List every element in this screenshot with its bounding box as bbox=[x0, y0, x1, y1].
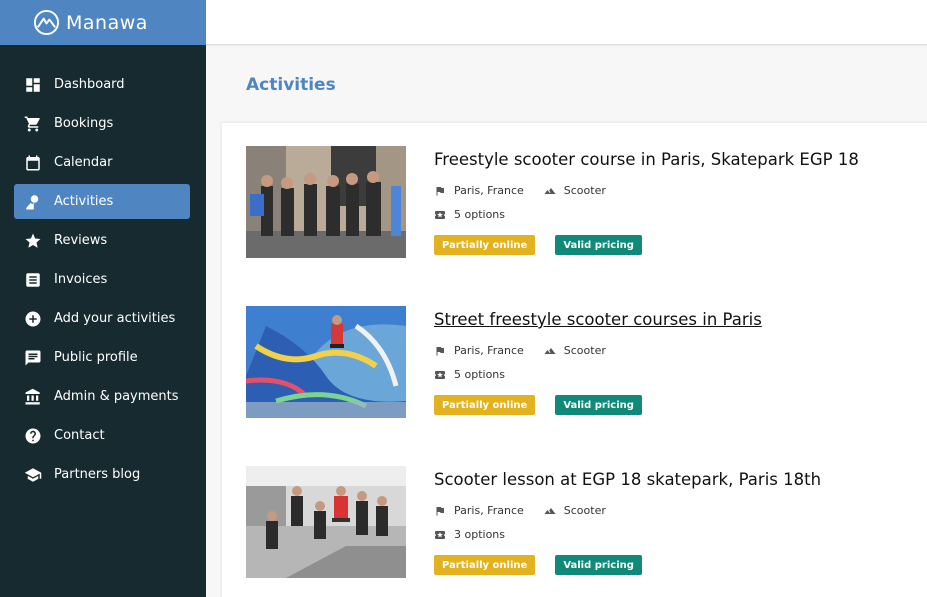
sidebar: Manawa Dashboard Bookings Calendar Activ… bbox=[0, 0, 206, 597]
message-icon bbox=[24, 349, 42, 367]
activity-item: Scooter lesson at EGP 18 skatepark, Pari… bbox=[246, 466, 926, 578]
sidebar-item-label: Public profile bbox=[54, 350, 138, 365]
activity-title[interactable]: Freestyle scooter course in Paris, Skate… bbox=[434, 150, 859, 169]
sidebar-item-label: Dashboard bbox=[54, 77, 125, 92]
help-icon bbox=[24, 427, 42, 445]
status-badge-online: Partially online bbox=[434, 235, 536, 255]
activity-thumbnail[interactable] bbox=[246, 306, 406, 418]
sidebar-item-label: Bookings bbox=[54, 116, 114, 131]
activity-options: 3 options bbox=[454, 528, 506, 541]
sidebar-item-label: Reviews bbox=[54, 233, 108, 248]
activity-sport: Scooter bbox=[563, 344, 606, 357]
status-badge-online: Partially online bbox=[434, 555, 536, 575]
sidebar-item-calendar[interactable]: Calendar bbox=[14, 145, 190, 180]
activity-location: Paris, France bbox=[454, 184, 524, 197]
activities-icon bbox=[24, 193, 42, 211]
activity-badges: Partially online Valid pricing bbox=[434, 555, 642, 575]
dashboard-icon bbox=[24, 76, 42, 94]
activity-badges: Partially online Valid pricing bbox=[434, 395, 642, 415]
flag-icon bbox=[436, 506, 444, 515]
flag-icon bbox=[436, 186, 444, 195]
terrain-icon bbox=[544, 187, 556, 194]
sidebar-item-invoices[interactable]: Invoices bbox=[14, 262, 190, 297]
status-badge-pricing: Valid pricing bbox=[555, 555, 642, 575]
activity-item: Street freestyle scooter courses in Pari… bbox=[246, 306, 926, 418]
sidebar-item-label: Add your activities bbox=[54, 311, 176, 326]
sidebar-item-bookings[interactable]: Bookings bbox=[14, 106, 190, 141]
brand-name: Manawa bbox=[66, 11, 148, 34]
calendar-icon bbox=[24, 154, 42, 172]
activity-meta: Paris, France Scooter bbox=[434, 504, 606, 517]
activity-meta: Paris, France Scooter bbox=[434, 184, 606, 197]
activity-location: Paris, France bbox=[454, 504, 524, 517]
activity-item: Freestyle scooter course in Paris, Skate… bbox=[246, 146, 926, 258]
page-title: Activities bbox=[246, 75, 336, 95]
mountain-logo-icon bbox=[33, 9, 60, 36]
activity-location: Paris, France bbox=[454, 344, 524, 357]
top-bar bbox=[206, 0, 927, 45]
sidebar-item-reviews[interactable]: Reviews bbox=[14, 223, 190, 258]
ticket-icon bbox=[435, 530, 445, 539]
status-badge-online: Partially online bbox=[434, 395, 536, 415]
sidebar-item-label: Admin & payments bbox=[54, 389, 179, 404]
activity-title[interactable]: Street freestyle scooter courses in Pari… bbox=[434, 310, 762, 329]
bank-icon bbox=[24, 388, 42, 406]
activity-thumbnail[interactable] bbox=[246, 146, 406, 258]
activity-sport: Scooter bbox=[563, 504, 606, 517]
activity-title[interactable]: Scooter lesson at EGP 18 skatepark, Pari… bbox=[434, 470, 821, 489]
star-icon bbox=[24, 232, 42, 250]
terrain-icon bbox=[544, 347, 556, 354]
status-badge-pricing: Valid pricing bbox=[555, 235, 642, 255]
sidebar-item-contact[interactable]: Contact bbox=[14, 418, 190, 453]
sidebar-item-admin-payments[interactable]: Admin & payments bbox=[14, 379, 190, 414]
flag-icon bbox=[436, 346, 444, 355]
invoice-icon bbox=[24, 271, 42, 289]
ticket-icon bbox=[435, 370, 445, 379]
school-icon bbox=[24, 466, 42, 484]
ticket-icon bbox=[435, 210, 445, 219]
main-content: Activities Freestyle scooter course in P… bbox=[206, 45, 927, 597]
sidebar-item-add-activities[interactable]: Add your activities bbox=[14, 301, 190, 336]
sidebar-item-public-profile[interactable]: Public profile bbox=[14, 340, 190, 375]
activity-options: 5 options bbox=[454, 368, 506, 381]
activity-options-row: 3 options bbox=[434, 528, 505, 541]
sidebar-item-dashboard[interactable]: Dashboard bbox=[14, 67, 190, 102]
sidebar-item-activities[interactable]: Activities bbox=[14, 184, 190, 219]
add-circle-icon bbox=[24, 310, 42, 328]
status-badge-pricing: Valid pricing bbox=[555, 395, 642, 415]
activity-options-row: 5 options bbox=[434, 208, 505, 221]
sidebar-nav: Dashboard Bookings Calendar Activities R… bbox=[0, 45, 206, 492]
activity-options: 5 options bbox=[454, 208, 506, 221]
sidebar-item-label: Contact bbox=[54, 428, 105, 443]
sidebar-item-label: Partners blog bbox=[54, 467, 141, 482]
activities-card: Freestyle scooter course in Paris, Skate… bbox=[222, 123, 927, 597]
brand-header[interactable]: Manawa bbox=[0, 0, 206, 45]
activity-meta: Paris, France Scooter bbox=[434, 344, 606, 357]
sidebar-item-label: Invoices bbox=[54, 272, 108, 287]
activity-sport: Scooter bbox=[563, 184, 606, 197]
terrain-icon bbox=[544, 507, 556, 514]
sidebar-item-label: Calendar bbox=[54, 155, 113, 170]
activity-badges: Partially online Valid pricing bbox=[434, 235, 642, 255]
activity-options-row: 5 options bbox=[434, 368, 505, 381]
cart-icon bbox=[24, 115, 42, 133]
sidebar-item-label: Activities bbox=[54, 194, 114, 209]
sidebar-item-partners-blog[interactable]: Partners blog bbox=[14, 457, 190, 492]
activity-thumbnail[interactable] bbox=[246, 466, 406, 578]
